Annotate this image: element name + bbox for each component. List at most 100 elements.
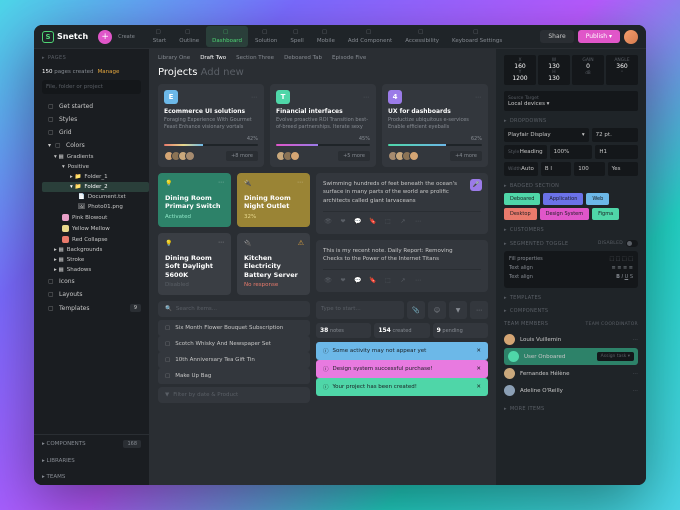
prop-cell[interactable]: ANGLE360°	[606, 55, 638, 85]
close-icon[interactable]: ✕	[476, 348, 481, 354]
search-result-item[interactable]: ▢10th Anniversary Tea Gift Tin	[158, 352, 310, 368]
note-tool-icon[interactable]: 👁	[323, 275, 333, 285]
swatch-yellow-mellow[interactable]: Yellow Mellow	[42, 223, 149, 234]
badge-chip[interactable]: Web	[586, 193, 609, 205]
lineheight[interactable]: H1	[595, 145, 638, 159]
manage-link[interactable]: Manage	[98, 69, 120, 75]
project-card[interactable]: T⋯Financial interfacesEvolve proactive R…	[270, 84, 376, 167]
note-card[interactable]: 🎤Swimming hundreds of feet beneath the o…	[316, 173, 488, 234]
project-card[interactable]: 4⋯UX for dashboardsProductize ubiquitous…	[382, 84, 488, 167]
note-tool-icon[interactable]: ❤	[338, 275, 348, 285]
breadcrumb-item[interactable]: Section Three	[236, 55, 274, 61]
font-select[interactable]: Playfair Display▾	[504, 128, 589, 142]
style-select[interactable]: StyleHeading	[504, 145, 547, 159]
search-result-item[interactable]: ▢Six Month Flower Bouquet Subscription	[158, 320, 310, 336]
sidebar-section-libraries[interactable]: ▸ LIBRARIES	[34, 453, 149, 469]
source-target-select[interactable]: Source TargetLocal devices ▾	[504, 91, 638, 111]
badge-chip[interactable]: Figma	[592, 208, 619, 220]
card-menu-icon[interactable]: ⋯	[475, 94, 482, 101]
tree-stroke[interactable]: ▸ ▦ Stroke	[42, 255, 149, 265]
top-tab-start[interactable]: ▢Start	[147, 26, 172, 47]
card-menu-icon[interactable]: ⋯	[218, 179, 225, 186]
sidebar-item-grid[interactable]: ▢Grid	[34, 126, 149, 139]
card-menu-icon[interactable]: ⋯	[251, 94, 258, 101]
yes-field[interactable]: Yes	[608, 162, 638, 176]
close-icon[interactable]: ✕	[476, 366, 481, 372]
sidebar-templates[interactable]: ▢Templates9	[34, 301, 149, 315]
device-card[interactable]: 💡⋯Dining Room Soft Daylight 5600KDisable…	[158, 233, 231, 295]
swatch-red-collapse[interactable]: Red Collapse	[42, 234, 149, 245]
close-icon[interactable]: ✕	[476, 384, 481, 390]
device-card[interactable]: 🔌⋯Dining Room Night Outlet32%	[237, 173, 310, 227]
pct-field[interactable]: 100%	[550, 145, 593, 159]
card-menu-icon[interactable]: ⋯	[363, 94, 370, 101]
project-card[interactable]: E⋯Ecommerce UI solutionsForaging Experie…	[158, 84, 264, 167]
add-new-link[interactable]: Add new	[201, 67, 244, 78]
user-avatar[interactable]	[624, 30, 638, 44]
sidebar-section-components[interactable]: ▸ COMPONENTS168	[34, 435, 149, 453]
type-input[interactable]: Type to start...	[316, 301, 404, 319]
top-tab-solution[interactable]: ▢Solution	[249, 26, 283, 47]
card-menu-icon[interactable]: ⋯	[218, 239, 225, 246]
sidebar-icons[interactable]: ▢Icons	[34, 275, 149, 288]
width-field[interactable]: WidthAuto	[504, 162, 538, 176]
tree-folder1[interactable]: ▸ 📁 Folder_1	[42, 172, 149, 182]
more-icon[interactable]: ⋯	[470, 301, 488, 319]
badge-chip[interactable]: Design System	[540, 208, 590, 220]
note-card[interactable]: This is my recent note. Daily Report: Re…	[316, 240, 488, 293]
tree-positive[interactable]: ▾ Positive	[42, 162, 149, 172]
top-tab-mobile[interactable]: ▢Mobile	[311, 26, 341, 47]
top-tab-accessibility[interactable]: ▢Accessibility	[399, 26, 445, 47]
logo[interactable]: S Snetch	[42, 31, 88, 43]
prop-cell[interactable]: GAIN0dB	[572, 55, 604, 85]
team-member[interactable]: Fernandes Hélène⋯	[504, 365, 638, 382]
breadcrumb-item[interactable]: Deboared Tab	[284, 55, 322, 61]
tree-document[interactable]: 📄 Document.txt	[42, 192, 149, 202]
top-tab-dashboard[interactable]: ▢Dashboard	[206, 26, 248, 47]
top-tab-spell[interactable]: ▢Spell	[284, 26, 309, 47]
device-card[interactable]: 🔌⚠Kitchen Electricity Battery ServerNo r…	[237, 233, 310, 295]
top-tab-outline[interactable]: ▢Outline	[173, 26, 205, 47]
tracked-field[interactable]: 100	[574, 162, 604, 176]
filter-button[interactable]: ▼ Filter by date & Product	[158, 387, 310, 403]
note-tool-icon[interactable]: ↗	[398, 217, 408, 227]
team-member[interactable]: User OnboaredAssign task ▾	[504, 348, 638, 365]
breadcrumb-item[interactable]: Draft Two	[200, 55, 226, 61]
note-tool-icon[interactable]: 👁	[323, 217, 333, 227]
badge-chip[interactable]: Application	[543, 193, 583, 205]
font-size[interactable]: 72 pt.	[592, 128, 638, 142]
note-tool-icon[interactable]: ⋯	[413, 217, 423, 227]
team-member[interactable]: Adeline O'Reilly⋯	[504, 382, 638, 399]
sidebar-item-get-started[interactable]: ▢Get started	[34, 100, 149, 113]
sidebar-search[interactable]: File, folder or project	[42, 80, 141, 94]
note-tool-icon[interactable]: 🔖	[368, 217, 378, 227]
note-tool-icon[interactable]: ⬚	[383, 217, 393, 227]
voice-icon[interactable]: 🎤	[470, 179, 482, 191]
note-tool-icon[interactable]: ⋯	[413, 275, 423, 285]
note-tool-icon[interactable]: ↗	[398, 275, 408, 285]
sidebar-layouts[interactable]: ▢Layouts	[34, 288, 149, 301]
top-tab-keyboard-settings[interactable]: ▢Keyboard Settings	[446, 26, 508, 47]
emoji-icon[interactable]: ☺	[428, 301, 446, 319]
attach-icon[interactable]: 📎	[407, 301, 425, 319]
breadcrumb-item[interactable]: Library One	[158, 55, 190, 61]
note-tool-icon[interactable]: 💬	[353, 217, 363, 227]
search-items-input[interactable]: 🔍 Search items...	[158, 301, 310, 317]
tree-photo[interactable]: 🖼 Photo01.png	[42, 202, 149, 212]
prop-cell[interactable]: W130H130	[538, 55, 570, 85]
badge-chip[interactable]: Deboared	[504, 193, 540, 205]
sidebar-item-styles[interactable]: ▢Styles	[34, 113, 149, 126]
note-tool-icon[interactable]: 🔖	[368, 275, 378, 285]
note-tool-icon[interactable]: ⬚	[383, 275, 393, 285]
publish-button[interactable]: Publish ▾	[578, 30, 620, 43]
share-button[interactable]: Share	[540, 30, 573, 43]
top-tab-add-component[interactable]: ▢Add Component	[342, 26, 398, 47]
sidebar-item-colors[interactable]: ▾ ▢Colors	[34, 139, 149, 152]
swatch-pink-blowout[interactable]: Pink Blowout	[42, 212, 149, 223]
sidebar-section-teams[interactable]: ▸ TEAMS	[34, 469, 149, 485]
filter-icon[interactable]: ▼	[449, 301, 467, 319]
prop-cell[interactable]: X160Y1200	[504, 55, 536, 85]
tree-folder2[interactable]: ▾ 📁 Folder_2	[42, 182, 149, 192]
device-card[interactable]: 💡⋯Dining Room Primary SwitchActivated	[158, 173, 231, 227]
create-button[interactable]: +	[98, 30, 112, 44]
